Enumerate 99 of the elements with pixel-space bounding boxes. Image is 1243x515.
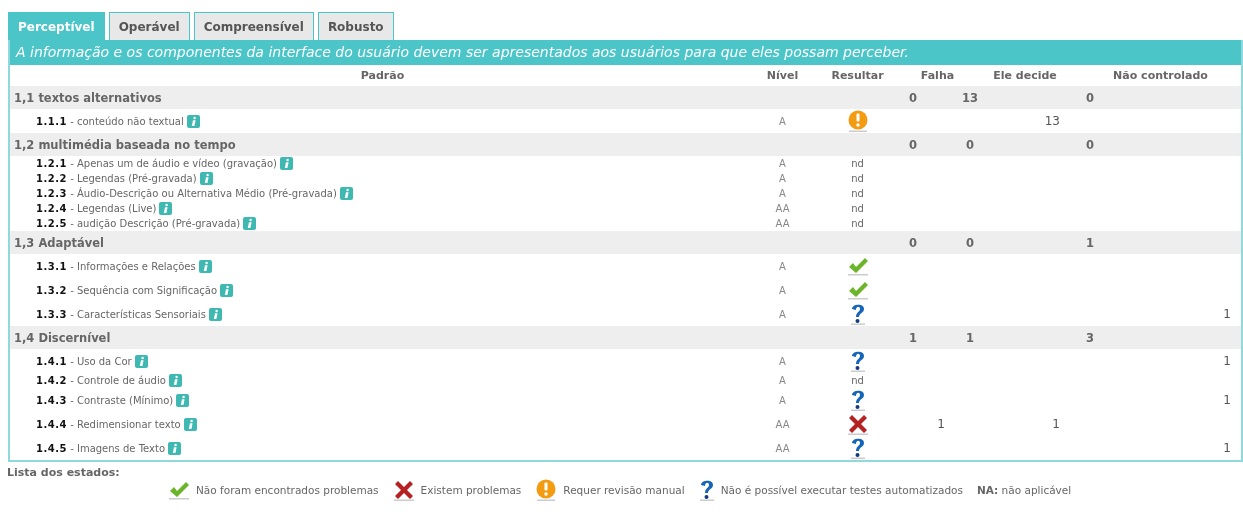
result-cell: nd	[851, 218, 864, 229]
criterion-label: 1.2.5 - audição Descrição (Pré-gravada)	[36, 218, 241, 229]
group-title: 1,3 Adaptável	[13, 235, 105, 250]
group-title: 1,4 Discernível	[13, 330, 112, 345]
level-cell-text: A	[778, 158, 787, 169]
criterion-label: 1.1.1 - conteúdo não textual	[36, 115, 184, 127]
criterion-label: 1.2.2 - Legendas (Pré-gravada)	[36, 173, 197, 184]
cross-icon	[392, 479, 415, 501]
criterion-label: 1.4.3 - Contraste (Mínimo)	[36, 394, 174, 406]
cross-icon	[846, 413, 869, 435]
question-icon	[849, 389, 866, 411]
criterion-label: 1.4.1 - Uso da Cor	[36, 355, 132, 367]
info-icon[interactable]	[168, 441, 182, 455]
group-title: 1,1 textos alternativos	[13, 90, 163, 105]
level-cell-text: AA	[774, 442, 791, 454]
level-cell-text: A	[778, 284, 787, 296]
group-count: 0	[908, 235, 918, 250]
group-count: 0	[1085, 137, 1095, 152]
group-count: 13	[961, 90, 979, 105]
criterion-label: 1.2.1 - Apenas um de áudio e vídeo (gravação)	[36, 158, 277, 169]
group-count: 0	[1085, 90, 1095, 105]
info-icon[interactable]	[208, 307, 222, 321]
decide-count: 1	[1052, 417, 1060, 431]
info-icon[interactable]	[186, 114, 200, 128]
question-icon	[698, 479, 715, 501]
info-icon[interactable]	[134, 354, 148, 368]
criterion-label: 1.3.2 - Sequência com Significação	[36, 284, 217, 296]
unchecked-count: 1	[1223, 441, 1231, 455]
info-icon[interactable]	[280, 157, 293, 170]
criterion-label: 1.2.4 - Legendas (Live)	[36, 203, 157, 214]
tab[interactable]: Compreensível	[193, 12, 314, 40]
info-icon[interactable]	[183, 417, 197, 431]
info-icon[interactable]	[168, 374, 182, 387]
criterion-label: 1.4.2 - Controle de áudio	[36, 375, 166, 386]
legend-label: NA: não aplicável	[976, 484, 1072, 496]
level-cell-text: AA	[774, 203, 791, 214]
info-icon[interactable]	[243, 217, 257, 230]
column-header: Não controlado	[1112, 69, 1209, 82]
group-count: 0	[908, 137, 918, 152]
group-count: 1	[908, 330, 918, 345]
level-cell-text: A	[778, 375, 787, 386]
level-cell-text: A	[778, 308, 787, 320]
check-icon	[846, 280, 869, 300]
group-count: 0	[965, 235, 975, 250]
level-cell-text: AA	[774, 418, 791, 430]
check-icon	[846, 256, 869, 276]
result-cell: nd	[851, 203, 864, 214]
column-header: Ele decide	[992, 69, 1058, 82]
question-icon	[849, 303, 866, 325]
result-cell: nd	[851, 158, 864, 169]
level-cell-text: A	[778, 260, 787, 272]
unchecked-count: 1	[1223, 393, 1231, 407]
info-icon[interactable]	[220, 283, 233, 297]
legend-label: Existem problemas	[420, 484, 522, 496]
question-icon	[849, 437, 866, 459]
info-icon[interactable]	[339, 187, 353, 200]
fail-count: 1	[937, 417, 945, 431]
criterion-label: 1.4.4 - Redimensionar texto	[36, 418, 181, 430]
info-icon[interactable]	[199, 172, 213, 185]
result-cell: nd	[851, 375, 864, 386]
group-count: 3	[1085, 330, 1095, 345]
info-icon[interactable]	[159, 202, 173, 215]
decide-count: 13	[1044, 114, 1060, 128]
criterion-label: 1.4.5 - Imagens de Texto	[36, 442, 166, 454]
level-cell-text: A	[778, 355, 787, 367]
criterion-label: 1.3.3 - Características Sensoriais	[36, 308, 206, 320]
info-icon[interactable]	[198, 259, 212, 273]
group-count: 1	[965, 330, 975, 345]
column-header: Padrão	[359, 69, 406, 82]
column-header: Nível	[765, 69, 800, 82]
legend-label: Não foram encontrados problemas	[196, 484, 379, 496]
description-banner: A informação e os componentes da interface do usuário devem ser apresentados aos usuários para que eles possam perceber.	[10, 40, 1241, 65]
legend-label: Requer revisão manual	[563, 484, 685, 496]
result-cell: nd	[851, 188, 864, 199]
check-icon	[168, 480, 190, 500]
level-cell-text: AA	[774, 218, 791, 229]
group-count: 1	[1085, 235, 1095, 250]
question-icon	[849, 350, 866, 372]
level-cell-text: A	[778, 188, 787, 199]
group-count: 0	[908, 90, 918, 105]
legend-title: Lista dos estados:	[7, 466, 121, 479]
unchecked-count: 1	[1223, 307, 1231, 321]
info-icon[interactable]	[176, 393, 190, 407]
unchecked-count: 1	[1223, 354, 1231, 368]
result-cell: nd	[851, 173, 864, 184]
group-count: 0	[965, 137, 975, 152]
exclamation-icon	[846, 110, 869, 132]
tab[interactable]: Robusto	[317, 12, 394, 40]
level-cell-text: A	[778, 115, 787, 127]
level-cell-text: A	[778, 173, 787, 184]
criterion-label: 1.2.3 - Áudio-Descrição ou Alternativa Médio (Pré-gravada)	[36, 188, 337, 199]
legend-label: Não é possível executar testes automatizados	[720, 484, 963, 496]
column-header: Falha	[919, 69, 956, 82]
tab[interactable]: Operável	[108, 12, 190, 40]
level-cell-text: A	[778, 394, 787, 406]
group-title: 1,2 multimédia baseada no tempo	[13, 137, 237, 152]
criterion-label: 1.3.1 - Informações e Relações	[36, 260, 196, 272]
exclamation-icon	[535, 479, 558, 501]
column-header: Resultar	[830, 69, 885, 82]
